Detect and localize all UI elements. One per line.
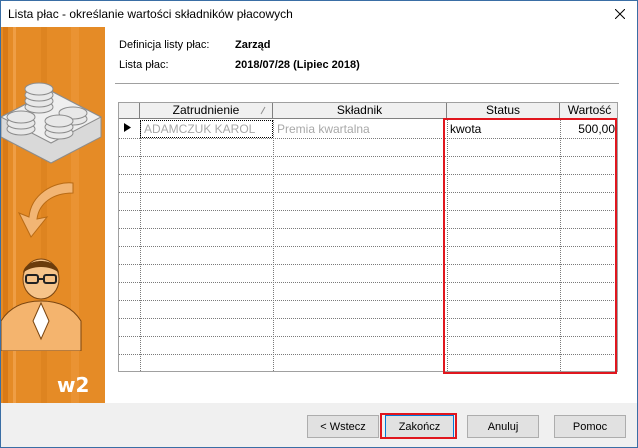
payroll-list-label: Lista płac:: [119, 59, 169, 71]
definition-label: Definicja listy płac:: [119, 39, 210, 51]
wizard-illustration-panel: w2: [1, 27, 105, 403]
curved-arrow-icon: [17, 182, 74, 238]
coins-stack-icon: [1, 82, 103, 164]
current-row-indicator-icon: [124, 123, 131, 132]
payroll-list-value: 2018/07/28 (Lipiec 2018): [235, 59, 360, 71]
cell-component[interactable]: Premia kwartalna: [277, 122, 445, 136]
close-button[interactable]: [603, 1, 637, 27]
grid-lines: [119, 120, 617, 371]
w2-logo: w2: [57, 373, 90, 397]
wizard-content: Definicja listy płac: Zarząd Lista płac:…: [105, 27, 637, 403]
cell-value[interactable]: 500,00: [563, 122, 615, 136]
definition-value: Zarząd: [235, 39, 271, 51]
wizard-body: w2 Definicja listy płac: Zarząd Lista pł…: [1, 27, 637, 447]
title-bar[interactable]: Lista płac - określanie wartości składni…: [1, 1, 637, 27]
finish-button[interactable]: Zakończ: [385, 415, 454, 438]
help-button[interactable]: Pomoc: [554, 415, 626, 438]
separator-line: [115, 83, 619, 84]
close-icon: [615, 9, 625, 19]
cancel-button[interactable]: Anuluj: [467, 415, 539, 438]
payroll-components-grid[interactable]: Zatrudnienie Składnik Status Wartość ADA…: [118, 102, 618, 372]
window-title: Lista płac - określanie wartości składni…: [8, 7, 293, 21]
cell-status[interactable]: kwota: [450, 122, 558, 136]
user-avatar-icon: [1, 258, 82, 351]
back-button[interactable]: < Wstecz: [307, 415, 379, 438]
payroll-wizard-window: Lista płac - określanie wartości składni…: [0, 0, 638, 448]
focused-cell-outline: [140, 120, 273, 138]
